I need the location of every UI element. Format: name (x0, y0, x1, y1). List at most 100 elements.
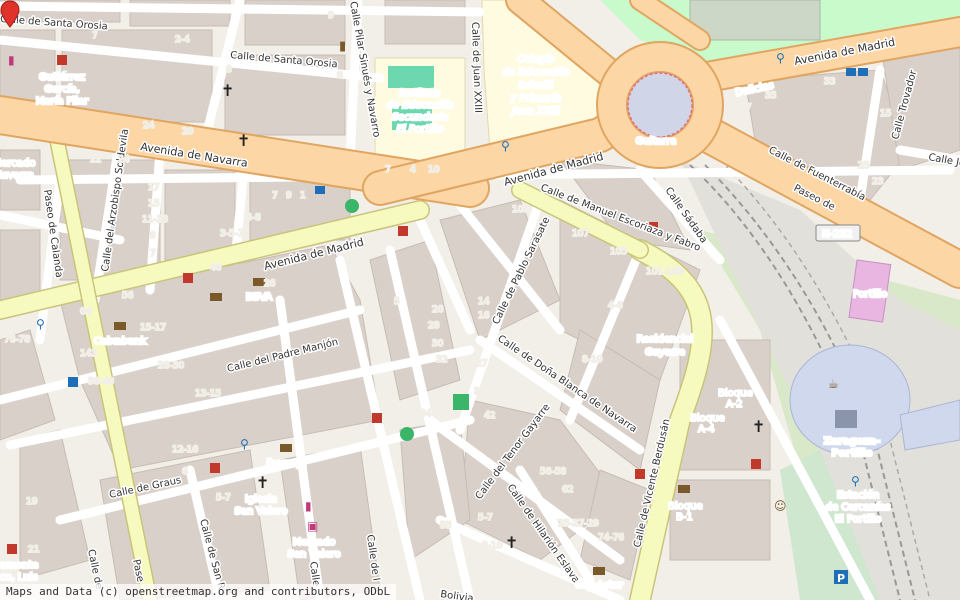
svg-text:2-4: 2-4 (175, 35, 190, 45)
svg-text:21: 21 (876, 195, 887, 205)
svg-text:Instituto: Instituto (399, 88, 441, 99)
svg-text:44: 44 (498, 563, 510, 573)
svg-text:15: 15 (148, 199, 159, 209)
svg-text:7: 7 (385, 165, 391, 175)
svg-text:co, Luis: co, Luis (0, 572, 38, 583)
garden-icon (400, 427, 414, 441)
svg-text:20: 20 (182, 127, 194, 137)
roundabout-center (627, 72, 693, 138)
svg-text:24: 24 (143, 121, 155, 131)
svg-text:B-1: B-1 (676, 512, 693, 523)
svg-text:5-7: 5-7 (478, 513, 493, 523)
neighbourhood-label: Urbanización (710, 575, 788, 589)
svg-text:5: 5 (427, 45, 433, 55)
svg-text:30: 30 (432, 339, 444, 349)
svg-text:2: 2 (369, 143, 375, 153)
bicycle-icon: ⚲ (240, 437, 249, 451)
svg-text:14: 14 (478, 297, 490, 307)
pharmacy-icon (635, 469, 645, 479)
svg-text:Iglesia: Iglesia (245, 494, 277, 505)
market-label: Mercado San Valero (286, 536, 342, 562)
parking-icon: P (837, 572, 845, 585)
svg-text:8-10: 8-10 (482, 541, 503, 551)
pharmacy-icon (57, 55, 67, 65)
bicycle-icon: ⚲ (776, 51, 785, 65)
svg-text:de Cercanías: de Cercanías (826, 501, 891, 513)
svg-text:Estación: Estación (837, 489, 879, 501)
svg-text:28-30: 28-30 (158, 361, 184, 371)
svg-text:1: 1 (300, 191, 306, 201)
map-canvas[interactable]: ✝ ✝ ✝ ✝ ✝ ⚲ ⚲ ⚲ ⚲ ⚲ P ▮ ▮ ▮ ▣ ☕ ☺ Avenid… (0, 0, 960, 600)
svg-text:San Valero: San Valero (287, 549, 340, 560)
theatre-icon: ☺ (774, 499, 787, 513)
svg-text:143: 143 (80, 349, 97, 359)
church-icon: ✝ (752, 417, 765, 436)
bus-stop-icon (315, 186, 325, 194)
svg-text:Mercado: Mercado (293, 537, 336, 548)
pharmacy-icon (751, 459, 761, 469)
bank-icon (678, 485, 690, 493)
svg-text:56-58: 56-58 (540, 467, 566, 477)
svg-text:8-10: 8-10 (582, 355, 603, 365)
shop-icon: ▮ (305, 499, 312, 513)
svg-text:de Educación: de Educación (502, 66, 569, 78)
market-icon: ▣ (307, 519, 318, 533)
svg-text:64: 64 (80, 307, 92, 317)
bank-icon (210, 293, 222, 301)
svg-text:8: 8 (226, 65, 232, 75)
bicycle-icon: ⚲ (501, 139, 510, 153)
bank-icon (114, 322, 126, 330)
svg-text:32: 32 (436, 355, 447, 365)
svg-text:7: 7 (272, 191, 278, 201)
svg-text:Zaragoza-: Zaragoza- (824, 436, 880, 447)
svg-text:28: 28 (428, 321, 440, 331)
svg-text:Bloque: Bloque (718, 388, 753, 399)
svg-text:25: 25 (858, 161, 869, 171)
svg-text:7: 7 (92, 31, 98, 41)
map-view[interactable]: ✝ ✝ ✝ ✝ ✝ ⚲ ⚲ ⚲ ⚲ ⚲ P ▮ ▮ ▮ ▣ ☕ ☺ Avenid… (0, 0, 960, 600)
svg-text:21: 21 (28, 545, 39, 555)
svg-text:34: 34 (420, 409, 432, 419)
svg-text:García,: García, (44, 83, 79, 95)
svg-text:5-7: 5-7 (216, 493, 231, 503)
svg-text:9: 9 (328, 11, 334, 21)
station-building (835, 410, 857, 428)
svg-text:27: 27 (476, 359, 487, 369)
station-label: Zaragoza- Portillo (823, 435, 882, 461)
svg-text:3-5-7: 3-5-7 (220, 229, 244, 239)
svg-text:26: 26 (432, 305, 444, 315)
pharmacy-icon (210, 463, 220, 473)
bank-label: Ibercaja (266, 458, 306, 469)
bank-label: Caixabank (94, 336, 147, 347)
svg-text:Bloque: Bloque (690, 413, 725, 424)
svg-text:26: 26 (264, 279, 276, 289)
svg-text:23: 23 (872, 177, 883, 187)
svg-text:de Educación: de Educación (386, 99, 453, 111)
taxi-icon (68, 377, 78, 387)
bank-label: BBVA (246, 292, 273, 303)
svg-text:El Portillo: El Portillo (835, 514, 882, 525)
route-shield-label: N-232 (822, 229, 852, 240)
svg-text:Gutiérrez: Gutiérrez (39, 71, 85, 83)
svg-text:4: 4 (410, 165, 416, 175)
svg-text:8: 8 (337, 71, 343, 81)
svg-text:19: 19 (26, 497, 38, 507)
map-pin-icon[interactable] (0, 0, 20, 28)
pharmacy-icon (183, 273, 193, 283)
svg-text:35: 35 (474, 387, 485, 397)
svg-text:9: 9 (286, 191, 292, 201)
svg-text:74-76: 74-76 (598, 533, 624, 543)
svg-text:Gayarre: Gayarre (645, 347, 685, 358)
svg-text:9: 9 (150, 231, 156, 241)
svg-text:A-2: A-2 (726, 399, 743, 410)
svg-text:Mercado: Mercado (0, 158, 35, 169)
svg-text:A-4: A-4 (698, 424, 715, 435)
svg-text:15: 15 (880, 109, 891, 119)
svg-text:Infantil: Infantil (519, 80, 554, 91)
guitarra-label: Guitarra (635, 136, 676, 147)
bicycle-icon: ⚲ (36, 317, 45, 331)
book-shop-icon: ▮ (339, 39, 346, 54)
svg-text:13: 13 (455, 47, 466, 57)
church-icon: ✝ (237, 131, 250, 150)
svg-text:37: 37 (740, 103, 751, 113)
